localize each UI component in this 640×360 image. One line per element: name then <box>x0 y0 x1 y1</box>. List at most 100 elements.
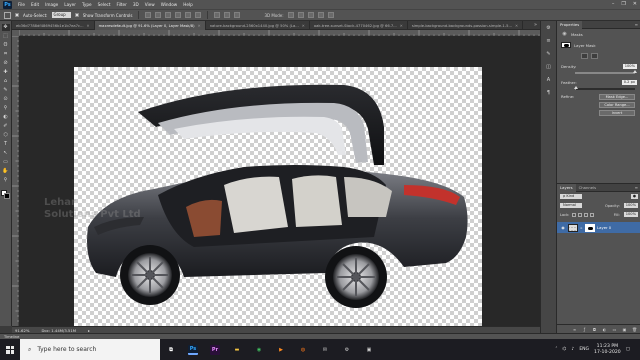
path-selection-tool-icon[interactable]: ↖ <box>2 150 10 157</box>
new-group-icon[interactable]: ▭ <box>612 327 617 332</box>
density-slider-handle[interactable] <box>633 70 637 73</box>
document-tab[interactable]: eb36d7788df4869456b1e1b7ea7c... ✕ <box>12 21 95 30</box>
zoom-level[interactable]: 91.62% <box>15 328 29 333</box>
mask-edge-button[interactable]: Mask Edge... <box>599 94 635 100</box>
new-layer-icon[interactable]: ▣ <box>622 327 627 332</box>
clone-stamp-tool-icon[interactable]: ⊙ <box>2 96 10 103</box>
restore-icon[interactable]: ❐ <box>621 1 625 7</box>
menu-3d[interactable]: 3D <box>133 2 139 7</box>
notifications-icon[interactable]: ▢ <box>626 347 630 352</box>
select-pixel-mask-button[interactable] <box>581 53 588 59</box>
tab-layers[interactable]: Layers <box>557 183 576 192</box>
taskbar-media-player[interactable]: ▶ <box>270 339 292 360</box>
adjustment-layer-icon[interactable]: ◐ <box>602 327 607 332</box>
move-tool-preset-icon[interactable] <box>4 11 11 19</box>
align-center-button[interactable] <box>185 12 192 18</box>
brush-settings-icon[interactable]: ✎ <box>545 51 553 58</box>
lock-all-icon[interactable] <box>590 212 595 217</box>
taskbar-firefox[interactable]: ◍ <box>292 339 314 360</box>
tab-channels[interactable]: Channels <box>576 184 600 192</box>
rectangle-tool-icon[interactable]: ▭ <box>2 159 10 166</box>
clock[interactable]: 11:23 PM 17-10-2020 <box>594 344 621 356</box>
taskbar-mail[interactable]: ✉ <box>314 339 336 360</box>
language-indicator[interactable]: ENG <box>579 347 589 352</box>
add-vector-mask-button[interactable] <box>591 53 598 59</box>
lasso-tool-icon[interactable]: ʘ <box>2 42 10 49</box>
tab-properties[interactable]: Properties <box>557 20 583 29</box>
taskbar-search-box[interactable]: ⌕ Type here to search <box>20 339 160 360</box>
background-color-swatch[interactable] <box>3 193 10 199</box>
taskbar-file-explorer[interactable]: ▬ <box>226 339 248 360</box>
network-icon[interactable]: ⌬ <box>563 347 567 352</box>
quick-select-tool-icon[interactable]: ⌗ <box>2 51 10 58</box>
fill-input[interactable]: 100% <box>623 212 638 217</box>
feather-slider-handle[interactable] <box>574 86 579 89</box>
document-canvas[interactable]: Lehar Solutions Pvt Ltd <box>44 67 482 326</box>
align-bottom-button[interactable] <box>165 12 172 18</box>
density-input[interactable]: 100% <box>622 64 637 69</box>
close-icon[interactable]: ✕ <box>302 24 305 28</box>
zoom-tool-icon[interactable]: ⚲ <box>2 177 10 184</box>
paragraph-icon[interactable]: ¶ <box>545 90 553 97</box>
3d-slide-button[interactable] <box>317 12 324 18</box>
align-top-button[interactable] <box>145 12 152 18</box>
list-icon[interactable]: ≡ <box>545 38 553 45</box>
align-middle-button[interactable] <box>155 12 162 18</box>
document-tab[interactable]: nature-background-2560x1440.jpg @ 50% (L… <box>206 21 310 30</box>
blend-mode-select[interactable]: Normal <box>560 203 582 208</box>
auto-select-dropdown[interactable]: Group <box>51 12 71 18</box>
gradient-tool-icon[interactable]: ✐ <box>2 123 10 130</box>
density-slider[interactable] <box>575 70 637 74</box>
vertical-ruler[interactable] <box>12 35 19 326</box>
adjustments-icon[interactable]: ⚙ <box>545 25 553 32</box>
tab-overflow-icon[interactable]: » <box>531 21 540 29</box>
layer-name[interactable]: Layer 0 <box>597 225 611 230</box>
visibility-eye-icon[interactable]: ◉ <box>560 225 566 231</box>
invert-button[interactable]: Invert <box>599 110 635 116</box>
crop-tool-icon[interactable]: ⊘ <box>2 60 10 67</box>
taskbar-premiere[interactable]: Pr <box>204 339 226 360</box>
marquee-tool-icon[interactable]: ⬚ <box>2 33 10 40</box>
fx-icon[interactable]: ƒ <box>582 327 587 332</box>
task-view-button[interactable]: ⧉ <box>160 339 182 360</box>
close-icon[interactable]: ✕ <box>400 24 403 28</box>
link-layers-icon[interactable]: ∞ <box>572 327 577 332</box>
taskbar-photoshop[interactable]: Ps <box>182 339 204 360</box>
lock-position-icon[interactable] <box>584 212 589 217</box>
menu-edit[interactable]: Edit <box>31 2 39 7</box>
show-transform-checkbox[interactable] <box>74 13 79 17</box>
document-tab[interactable]: simple-background-backgrounds-passion-si… <box>408 21 524 30</box>
document-tab-active[interactable]: maxresdefault.jpg @ 91.6% (Layer 0, Laye… <box>94 21 206 30</box>
delete-layer-icon[interactable]: 🗑 <box>632 327 637 332</box>
healing-brush-tool-icon[interactable]: ⌂ <box>2 78 10 85</box>
layer-row-selected[interactable]: ◉ ∞ Layer 0 <box>557 222 640 233</box>
status-menu-arrow-icon[interactable]: ▸ <box>88 328 90 333</box>
align-right-button[interactable] <box>195 12 202 18</box>
opacity-input[interactable]: 100% <box>623 203 638 208</box>
link-chain-icon[interactable]: ∞ <box>580 225 583 231</box>
menu-layer[interactable]: Layer <box>64 2 76 7</box>
feather-slider[interactable] <box>574 86 635 90</box>
panel-menu-icon[interactable]: ≡ <box>635 185 640 190</box>
eraser-tool-icon[interactable]: ◐ <box>2 114 10 121</box>
filter-toggle-icon[interactable]: ● <box>630 194 638 199</box>
eyedropper-tool-icon[interactable]: ✚ <box>2 69 10 76</box>
history-brush-tool-icon[interactable]: ⚲ <box>2 105 10 112</box>
menu-view[interactable]: View <box>145 2 155 7</box>
menu-type[interactable]: Type <box>82 2 92 7</box>
color-range-button[interactable]: Color Range... <box>599 102 635 108</box>
distribute-button[interactable] <box>234 12 241 18</box>
menu-select[interactable]: Select <box>98 2 111 7</box>
menu-filter[interactable]: Filter <box>116 2 126 7</box>
menu-help[interactable]: Help <box>183 2 193 7</box>
layer-mask-thumbnail[interactable] <box>585 223 595 232</box>
3d-drag-button[interactable] <box>307 12 314 18</box>
document-tab[interactable]: oak-tree-sunset-Stock-4770462.jpg @ 66.7… <box>310 21 408 30</box>
align-left-button[interactable] <box>175 12 182 18</box>
start-button[interactable] <box>0 339 20 360</box>
close-icon[interactable]: ✕ <box>198 24 201 28</box>
volume-icon[interactable]: ♪ <box>571 347 574 352</box>
taskbar-settings[interactable]: ⚙ <box>336 339 358 360</box>
lock-pixels-icon[interactable] <box>572 212 577 217</box>
distribute-button[interactable] <box>214 12 221 18</box>
